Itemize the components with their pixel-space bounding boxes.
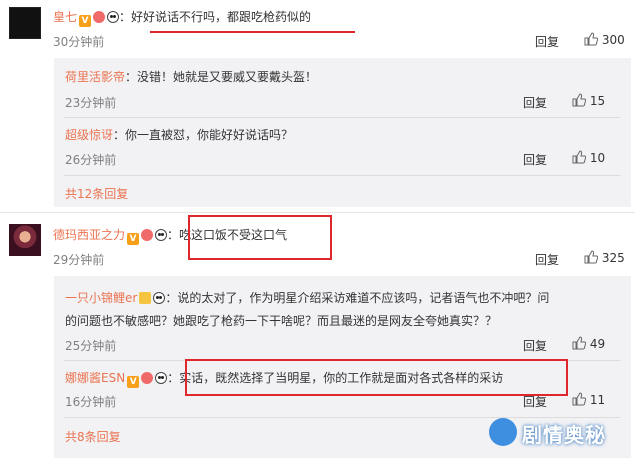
watermark-logo-icon <box>489 418 517 446</box>
thumb-up-icon <box>572 93 586 107</box>
thumb-up-icon <box>572 392 586 406</box>
reply-text: ：没错！她就是又要威又要戴头盔！ <box>125 70 318 84</box>
heart-badge-icon <box>93 11 106 23</box>
username[interactable]: 荷里活影帝 <box>65 70 125 84</box>
username[interactable]: 皇七 <box>53 10 77 24</box>
comment-header: 皇七 V ：好好说话不行吗，都跟吃枪药似的 <box>53 8 311 27</box>
highlight-underline <box>150 31 355 33</box>
reply-button[interactable]: 回复 <box>523 94 547 111</box>
panda-icon <box>155 229 168 241</box>
verified-icon: V <box>127 376 140 388</box>
reply-button[interactable]: 回复 <box>535 251 559 268</box>
like-count: 325 <box>601 251 625 265</box>
timestamp: 26分钟前 <box>65 153 117 167</box>
like-button[interactable]: 10 <box>572 150 605 165</box>
divider <box>64 175 620 176</box>
username[interactable]: 一只小锦鲤er <box>65 291 137 305</box>
reply-button[interactable]: 回复 <box>523 337 547 354</box>
thumb-up-icon <box>572 150 586 164</box>
reply-text: ：你一直被怼，你能好好说话吗？ <box>113 128 294 142</box>
timestamp: 23分钟前 <box>65 96 117 110</box>
heart-badge-icon <box>141 372 154 384</box>
divider <box>64 117 620 118</box>
like-count: 300 <box>601 33 625 47</box>
like-button[interactable]: 49 <box>572 336 605 351</box>
more-replies-link[interactable]: 共8条回复 <box>65 428 121 445</box>
reply-text: ：说的太对了，作为明星介绍采访难道不应该吗，记者语气也不冲吧？问 <box>165 291 550 305</box>
watermark-text: 剧情奥秘 <box>522 423 606 447</box>
reply-button[interactable]: 回复 <box>523 393 547 410</box>
verified-icon: V <box>127 233 140 245</box>
thumb-up-icon <box>584 250 598 264</box>
like-button[interactable]: 325 <box>584 250 625 265</box>
crown-icon <box>139 292 152 304</box>
divider <box>64 417 620 418</box>
username[interactable]: 德玛西亚之力 <box>53 228 125 242</box>
heart-badge-icon <box>141 229 154 241</box>
highlight-box <box>185 359 568 396</box>
highlight-box <box>188 215 332 260</box>
divider <box>0 212 635 213</box>
timestamp: 16分钟前 <box>65 395 117 409</box>
avatar[interactable] <box>9 7 41 39</box>
like-button[interactable]: 300 <box>584 32 625 47</box>
timestamp: 25分钟前 <box>65 339 117 353</box>
like-count: 15 <box>589 94 606 108</box>
more-replies-link[interactable]: 共12条回复 <box>65 185 128 202</box>
reply-text-continued: 的问题也不敏感吧？她跟吃了枪药一下干啥呢？而且最迷的是网友全夸她真实？？ <box>65 314 498 328</box>
reply-item: 荷里活影帝：没错！她就是又要威又要戴头盔！ <box>65 68 317 85</box>
reply-item: 超级惊讶：你一直被怼，你能好好说话吗？ <box>65 126 293 143</box>
thumb-up-icon <box>584 32 598 46</box>
timestamp: 30分钟前 <box>53 35 105 49</box>
panda-icon <box>153 292 166 304</box>
like-button[interactable]: 15 <box>572 93 605 108</box>
comment-text: ：好好说话不行吗，都跟吃枪药似的 <box>119 10 312 24</box>
reply-button[interactable]: 回复 <box>523 151 547 168</box>
reply-button[interactable]: 回复 <box>535 33 559 50</box>
avatar[interactable] <box>9 224 41 256</box>
panda-icon <box>155 372 168 384</box>
like-count: 10 <box>589 151 606 165</box>
username[interactable]: 娜娜酱ESN <box>65 371 125 385</box>
like-button[interactable]: 11 <box>572 392 605 407</box>
verified-icon: V <box>79 15 92 27</box>
timestamp: 29分钟前 <box>53 253 105 267</box>
thumb-up-icon <box>572 336 586 350</box>
panda-icon <box>107 11 120 23</box>
username[interactable]: 超级惊讶 <box>65 128 113 142</box>
like-count: 49 <box>589 337 606 351</box>
like-count: 11 <box>589 393 606 407</box>
reply-item: 一只小锦鲤er ：说的太对了，作为明星介绍采访难道不应该吗，记者语气也不冲吧？问 <box>65 289 549 306</box>
